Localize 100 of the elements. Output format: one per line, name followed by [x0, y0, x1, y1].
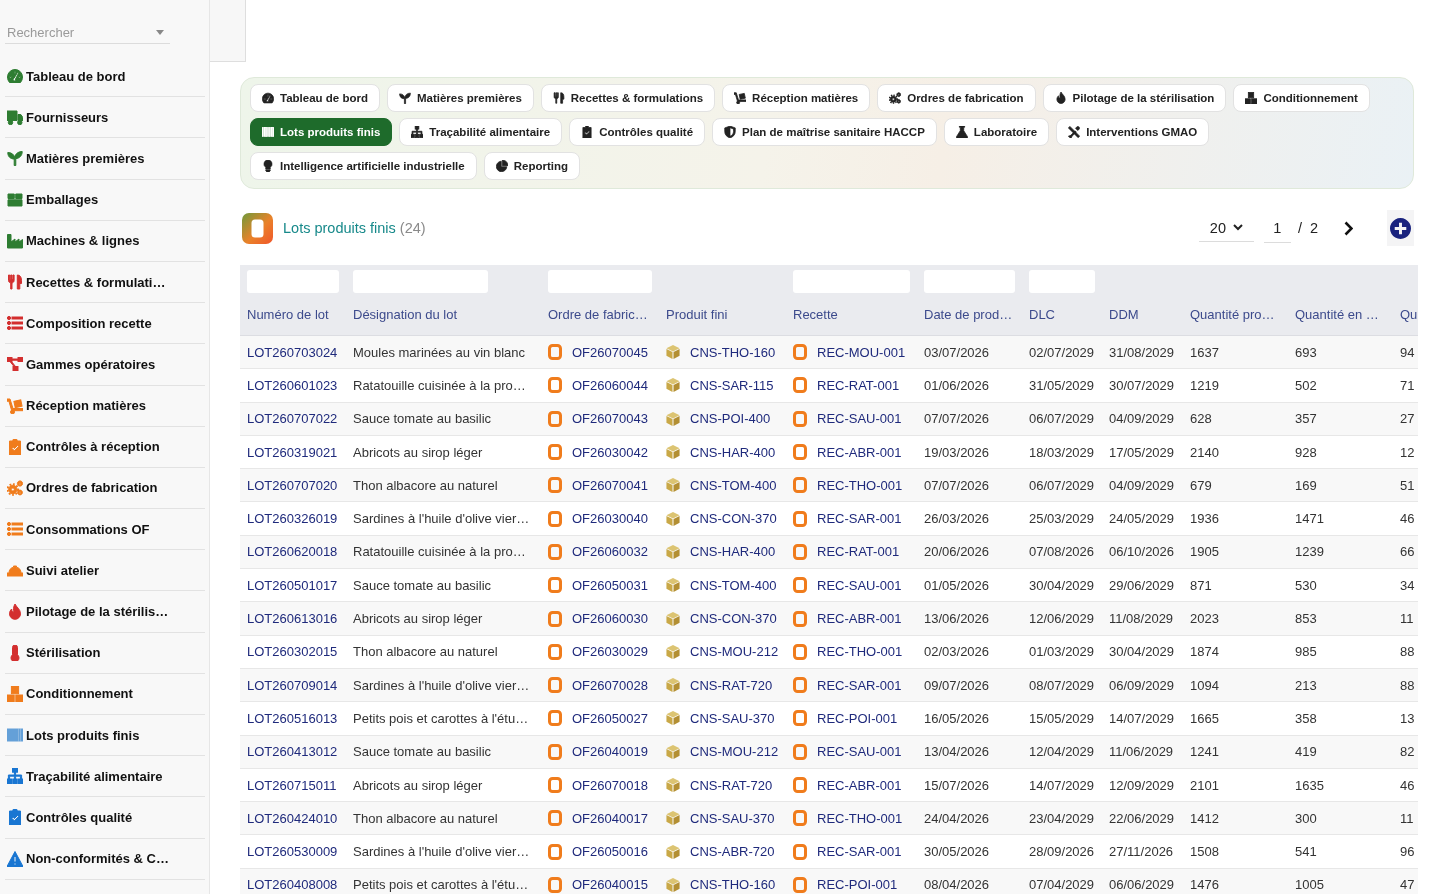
product-link[interactable]: CNS-TOM-400	[690, 477, 777, 493]
product-link[interactable]: CNS-CON-370	[690, 511, 777, 527]
recipe-link[interactable]: REC-SAU-001	[817, 411, 902, 427]
column-header[interactable]: Qu	[1400, 307, 1418, 323]
tab[interactable]: Recettes & formulations	[540, 84, 716, 112]
tab[interactable]: Conditionnement	[1233, 84, 1370, 112]
order-link[interactable]: OF26060030	[572, 611, 648, 626]
order-link[interactable]: OF26070018	[572, 777, 648, 793]
product-link[interactable]: CNS-ABR-720	[690, 844, 775, 860]
product-link[interactable]: CNS-POI-400	[690, 411, 771, 427]
tab[interactable]: Plan de maîtrise sanitaire HACCP	[712, 118, 937, 146]
lot-link[interactable]: LOT260326019	[247, 511, 338, 527]
order-link[interactable]: OF26070041	[572, 477, 648, 493]
order-link[interactable]: OF26040017	[572, 810, 648, 826]
order-link[interactable]: OF26070028	[572, 677, 648, 693]
column-header[interactable]: Désignation du lot	[353, 307, 458, 323]
sidebar-item[interactable]: Emballages	[5, 179, 205, 221]
tab[interactable]: Matières premières	[386, 84, 534, 112]
recipe-link[interactable]: REC-MOU-001	[817, 344, 906, 360]
lot-link[interactable]: LOT260703024	[247, 344, 338, 360]
product-link[interactable]: CNS-HAR-400	[690, 544, 776, 560]
column-header[interactable]: DDM	[1109, 307, 1139, 323]
sidebar-item[interactable]: Non-conformités & C…	[5, 838, 205, 880]
lot-link[interactable]: LOT260601023	[247, 377, 338, 393]
order-link[interactable]: OF26060032	[572, 544, 648, 560]
sidebar-item[interactable]: Consommations OF	[5, 509, 205, 551]
column-header[interactable]: Date de prod…	[924, 307, 1013, 323]
recipe-link[interactable]: REC-SAU-001	[817, 744, 902, 760]
sidebar-item[interactable]: Stérilisation	[5, 632, 205, 674]
lot-link[interactable]: LOT260424010	[247, 810, 338, 826]
lot-link[interactable]: LOT260707020	[247, 477, 338, 493]
sidebar-item[interactable]: Pilotage de la stérilis…	[5, 591, 205, 633]
tab[interactable]: Réception matières	[722, 84, 871, 112]
sidebar-item[interactable]: Contrôles à réception	[5, 426, 205, 468]
order-link[interactable]: OF26030042	[572, 444, 648, 460]
tab[interactable]: Laboratoire	[943, 118, 1050, 146]
sidebar-item[interactable]: Matières premières	[5, 138, 205, 180]
sidebar-item[interactable]: Traçabilité alimentaire	[5, 756, 205, 798]
product-link[interactable]: CNS-THO-160	[690, 344, 776, 360]
recipe-link[interactable]: REC-THO-001	[817, 644, 903, 660]
tab[interactable]: Tableau de bord	[250, 84, 380, 112]
order-link[interactable]: OF26070045	[572, 344, 648, 360]
recipe-link[interactable]: REC-POI-001	[817, 710, 898, 726]
product-link[interactable]: CNS-SAU-370	[690, 710, 775, 726]
product-link[interactable]: CNS-MOU-212	[690, 744, 779, 760]
recipe-link[interactable]: REC-ABR-001	[817, 777, 902, 793]
sidebar-item[interactable]: Lots produits finis	[5, 715, 205, 757]
product-link[interactable]: CNS-CON-370	[690, 611, 777, 626]
recipe-link[interactable]: REC-THO-001	[817, 810, 903, 826]
order-link[interactable]: OF26030029	[572, 644, 648, 660]
lot-link[interactable]: LOT260715011	[247, 777, 337, 793]
order-link[interactable]: OF26050016	[572, 844, 648, 860]
lot-link[interactable]: LOT260408008	[247, 877, 338, 893]
recipe-link[interactable]: REC-SAR-001	[817, 844, 902, 860]
lot-link[interactable]: LOT260709014	[247, 677, 338, 693]
lot-link[interactable]: LOT260516013	[247, 710, 338, 726]
lot-link[interactable]: LOT260302015	[247, 644, 338, 660]
recipe-link[interactable]: REC-ABR-001	[817, 444, 902, 460]
order-link[interactable]: OF26050027	[572, 710, 648, 726]
lot-link[interactable]: LOT260319021	[247, 444, 338, 460]
page-size-select[interactable]: 20	[1198, 214, 1254, 242]
product-link[interactable]: CNS-SAR-115	[690, 377, 774, 393]
recipe-link[interactable]: REC-SAU-001	[817, 577, 902, 593]
sidebar-item[interactable]: Fournisseurs	[5, 97, 205, 139]
lot-link[interactable]: LOT260413012	[247, 744, 338, 760]
recipe-link[interactable]: REC-POI-001	[817, 877, 898, 893]
product-link[interactable]: CNS-MOU-212	[690, 644, 779, 660]
order-link[interactable]: OF26060044	[572, 377, 648, 393]
lot-link[interactable]: LOT260707022	[247, 411, 338, 427]
order-link[interactable]: OF26040019	[572, 744, 648, 760]
recipe-link[interactable]: REC-SAR-001	[817, 677, 902, 693]
column-header[interactable]: Recette	[793, 307, 838, 323]
product-link[interactable]: CNS-SAU-370	[690, 810, 775, 826]
lot-link[interactable]: LOT260501017	[247, 577, 338, 593]
tab[interactable]: Ordres de fabrication	[877, 84, 1036, 112]
add-button[interactable]	[1387, 210, 1414, 246]
recipe-link[interactable]: REC-SAR-001	[817, 511, 902, 527]
sidebar-item[interactable]: Conditionnement	[5, 673, 205, 715]
recipe-link[interactable]: REC-ABR-001	[817, 611, 902, 626]
tab[interactable]: Reporting	[483, 152, 580, 180]
column-header[interactable]: Quantité pro…	[1190, 307, 1275, 323]
search-field[interactable]: Rechercher	[5, 22, 170, 44]
sidebar-item[interactable]: Composition recette	[5, 303, 205, 345]
product-link[interactable]: CNS-RAT-720	[690, 777, 773, 793]
tab[interactable]: Interventions GMAO	[1056, 118, 1210, 146]
sidebar-item[interactable]: Gammes opératoires	[5, 344, 205, 386]
tab[interactable]: Intelligence artificielle industrielle	[250, 152, 477, 180]
recipe-link[interactable]: REC-RAT-001	[817, 544, 900, 560]
order-link[interactable]: OF26040015	[572, 877, 648, 893]
sidebar-item[interactable]: Contrôles qualité	[5, 797, 205, 839]
order-link[interactable]: OF26050031	[572, 577, 648, 593]
sidebar-item[interactable]: Réception matières	[5, 385, 205, 427]
recipe-link[interactable]: REC-THO-001	[817, 477, 903, 493]
product-link[interactable]: CNS-THO-160	[690, 877, 776, 893]
order-link[interactable]: OF26070043	[572, 411, 648, 427]
column-header[interactable]: Produit fini	[666, 307, 728, 323]
tab[interactable]: Contrôles qualité	[569, 118, 706, 146]
product-link[interactable]: CNS-RAT-720	[690, 677, 773, 693]
sidebar-item[interactable]: Machines & lignes	[5, 220, 205, 262]
column-header[interactable]: Numéro de lot	[247, 307, 329, 323]
